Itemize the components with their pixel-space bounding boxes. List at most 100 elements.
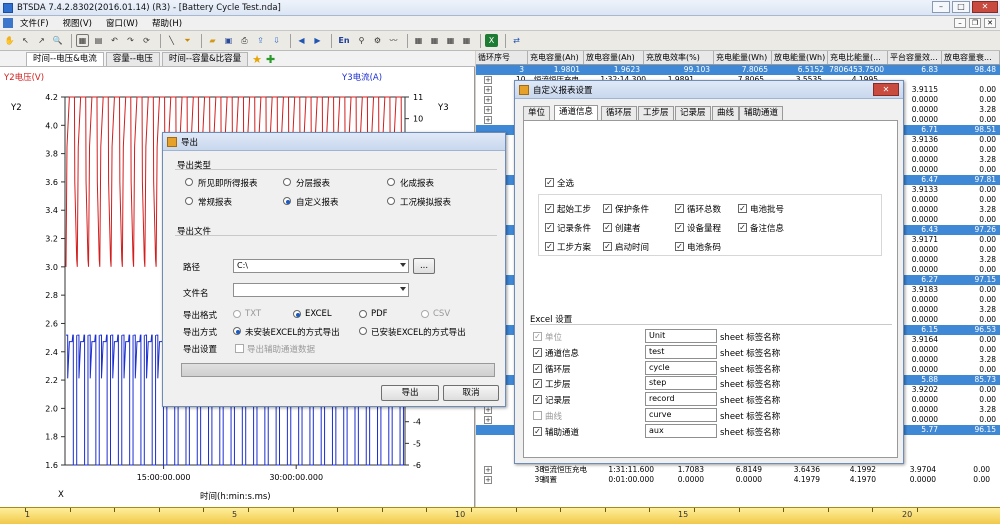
grid-icon[interactable]: ▦ (76, 34, 89, 47)
export-format-radio[interactable] (233, 310, 241, 318)
expand-icon[interactable]: + (484, 416, 492, 424)
import-icon[interactable]: ⇩ (270, 34, 283, 47)
grid-column-header[interactable]: 放电容量衰... (942, 51, 1000, 64)
field-checkbox[interactable]: ✓ (545, 223, 554, 232)
grid-column-header[interactable]: 放电能量(Wh) (772, 51, 828, 64)
sheet-name-input[interactable]: cycle (645, 360, 717, 375)
layout-2-icon[interactable]: ▦ (428, 34, 441, 47)
curve-icon[interactable]: 〰 (387, 34, 400, 47)
report-tab[interactable]: 记录层 (675, 106, 711, 120)
grid-column-header[interactable]: 充电容量(Ah) (528, 51, 584, 64)
maximize-button[interactable]: □ (952, 1, 970, 13)
select-all-checkbox[interactable]: ✓ (545, 178, 554, 187)
export-format-radio[interactable] (359, 310, 367, 318)
expand-icon[interactable]: + (484, 106, 492, 114)
menu-file[interactable]: 文件(F) (13, 17, 56, 29)
export-type-radio[interactable] (387, 197, 395, 205)
zoom-icon[interactable]: 🔍 (51, 34, 64, 47)
back-icon[interactable]: ◀ (295, 34, 308, 47)
export-type-radio[interactable] (283, 178, 291, 186)
expand-icon[interactable]: + (484, 406, 492, 414)
path-combo[interactable]: C:\ (233, 259, 409, 273)
layout-3-icon[interactable]: ▦ (444, 34, 457, 47)
report-tab[interactable]: 曲线 (712, 106, 740, 120)
undo-icon[interactable]: ↶ (108, 34, 121, 47)
export-type-radio[interactable] (283, 197, 291, 205)
export-type-radio[interactable] (185, 197, 193, 205)
minimize-button[interactable]: – (932, 1, 950, 13)
tab-time-capacity[interactable]: 时间--容量&比容量 (161, 52, 249, 66)
forward-icon[interactable]: ▶ (311, 34, 324, 47)
aux-export-checkbox[interactable] (235, 344, 244, 353)
filename-combo[interactable] (233, 283, 409, 297)
doc-restore-button[interactable]: ❐ (969, 18, 981, 28)
tab-time-voltage-current[interactable]: 时间--电压&电流 (26, 52, 104, 66)
sheet-checkbox[interactable]: ✓ (533, 395, 542, 405)
export-method-radio[interactable] (359, 327, 367, 335)
report-tab[interactable]: 通道信息 (554, 105, 599, 120)
table-icon[interactable]: ▤ (92, 34, 105, 47)
sheet-name-input[interactable]: aux (645, 423, 717, 438)
doc-minimize-button[interactable]: – (954, 18, 966, 28)
field-checkbox[interactable]: ✓ (603, 242, 612, 251)
export-icon[interactable]: ⇪ (254, 34, 267, 47)
star-icon[interactable]: ★ (252, 53, 262, 66)
browse-button[interactable]: ... (413, 258, 435, 274)
sheet-name-input[interactable]: step (645, 376, 717, 391)
grid-column-header[interactable]: 循环序号 (476, 51, 528, 64)
sheet-checkbox[interactable]: ✓ (533, 347, 542, 357)
hand-icon[interactable]: ✋ (3, 34, 16, 47)
save-icon[interactable]: ▣ (222, 34, 235, 47)
sheet-checkbox[interactable]: ✓ (533, 363, 542, 373)
expand-icon[interactable]: + (484, 86, 492, 94)
sheet-checkbox[interactable]: ✓ (533, 332, 542, 341)
field-checkbox[interactable]: ✓ (603, 204, 612, 213)
field-checkbox[interactable]: ✓ (738, 204, 747, 213)
export-type-radio[interactable] (185, 178, 193, 186)
excel-icon[interactable]: X (485, 34, 498, 47)
pointer-icon[interactable]: ↖ (19, 34, 32, 47)
line-tool-icon[interactable]: ╲ (165, 34, 178, 47)
table-row[interactable]: +38 恒流恒压充电 1:31:11.600 1.7083 6.8149 3.6436 4.… (476, 465, 1000, 475)
expand-icon[interactable]: + (484, 466, 492, 474)
export-method-radio[interactable] (233, 327, 241, 335)
grid-column-header[interactable]: 平台容量效... (888, 51, 942, 64)
sheet-name-input[interactable]: Unit (645, 329, 717, 343)
report-tab[interactable]: 工步层 (638, 106, 674, 120)
sheet-checkbox[interactable]: ✓ (533, 426, 542, 436)
sheet-name-input[interactable]: test (645, 344, 717, 359)
export-format-radio[interactable] (421, 310, 429, 318)
tab-capacity-voltage[interactable]: 容量--电压 (105, 52, 160, 66)
language-button[interactable]: En (336, 34, 352, 47)
layout-4-icon[interactable]: ▦ (460, 34, 473, 47)
layout-1-icon[interactable]: ▦ (412, 34, 425, 47)
expand-icon[interactable]: + (484, 76, 492, 84)
pin-icon[interactable]: ⚲ (355, 34, 368, 47)
field-checkbox[interactable]: ✓ (675, 242, 684, 251)
field-checkbox[interactable]: ✓ (545, 242, 554, 251)
close-button[interactable]: ✕ (972, 1, 998, 13)
connect-icon[interactable]: ⇄ (510, 34, 523, 47)
refresh-icon[interactable]: ⟳ (140, 34, 153, 47)
grid-column-header[interactable]: 放电容量(Ah) (584, 51, 644, 64)
chart-settings-icon[interactable]: ⚙ (371, 34, 384, 47)
add-tab-icon[interactable]: ✚ (266, 53, 275, 66)
print-icon[interactable]: ⎙ (238, 34, 251, 47)
sheet-name-input[interactable]: curve (645, 408, 717, 422)
grid-column-header[interactable]: 充电能量(Wh) (714, 51, 772, 64)
filter-icon[interactable]: ⏷ (181, 34, 194, 47)
field-checkbox[interactable]: ✓ (545, 204, 554, 213)
expand-icon[interactable]: + (484, 476, 492, 484)
report-tab[interactable]: 循环层 (601, 106, 637, 120)
table-row[interactable]: +39 搁置 0:01:00.000 0.0000 0.0000 4.1979 4.1970… (476, 475, 1000, 485)
export-type-radio[interactable] (387, 178, 395, 186)
report-tab[interactable]: 辅助通道 (739, 106, 784, 120)
menu-help[interactable]: 帮助(H) (145, 17, 189, 29)
zoom-pointer-icon[interactable]: ↗ (35, 34, 48, 47)
open-folder-icon[interactable]: ▰ (206, 34, 219, 47)
redo-icon[interactable]: ↷ (124, 34, 137, 47)
sheet-checkbox[interactable] (533, 411, 542, 420)
field-checkbox[interactable]: ✓ (675, 223, 684, 232)
report-tab[interactable]: 单位 (523, 106, 551, 120)
sheet-checkbox[interactable]: ✓ (533, 379, 542, 389)
